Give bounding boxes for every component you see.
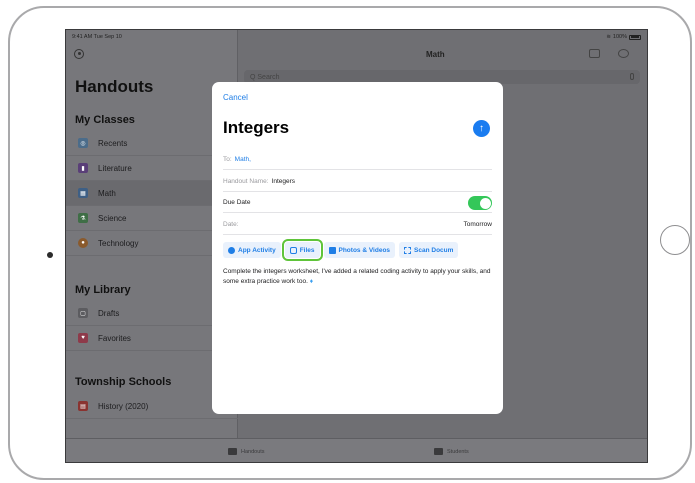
section-header-my-library: My Library <box>75 284 131 296</box>
sidebar-title: Handouts <box>75 77 154 96</box>
sidebar-item-label: Technology <box>98 238 139 248</box>
section-header-my-classes: My Classes <box>75 114 135 126</box>
handout-name-value: Integers <box>271 178 296 185</box>
wifi-icon: ≋ <box>606 34 611 40</box>
scan-label: Scan Docum <box>414 246 454 254</box>
handout-name-field[interactable]: Handout Name: Integers <box>223 172 492 192</box>
share-icon[interactable] <box>589 49 600 58</box>
sidebar-item-label: Literature <box>98 163 132 173</box>
due-date-label: Due Date <box>223 199 251 206</box>
new-handout-sheet: Cancel Integers ↑ To: Math, Handout Name… <box>212 82 503 414</box>
tab-handouts[interactable]: Handouts <box>228 448 265 455</box>
to-label: To: <box>223 156 232 163</box>
send-button[interactable]: ↑ <box>473 120 490 137</box>
file-icon <box>289 246 297 254</box>
photos-videos-button[interactable]: Photos & Videos <box>323 242 396 258</box>
handout-body-text[interactable]: Complete the integers worksheet, I've ad… <box>223 267 495 286</box>
gem-icon: ♦ <box>309 277 314 285</box>
search-placeholder: Q Search <box>250 73 280 81</box>
mic-icon[interactable] <box>630 73 634 80</box>
files-button[interactable]: Files <box>281 239 323 261</box>
date-row[interactable]: Date: Tomorrow <box>223 215 492 235</box>
settings-icon[interactable] <box>618 49 629 58</box>
scan-icon <box>404 246 412 254</box>
sidebar-item-label: Recents <box>98 138 128 148</box>
literature-icon: ▮ <box>78 163 88 173</box>
due-date-row: Due Date <box>223 193 492 213</box>
sidebar-item-label: Drafts <box>98 308 120 318</box>
heart-icon: ♥ <box>78 333 88 343</box>
profile-icon[interactable] <box>74 49 84 59</box>
handout-name-label: Handout Name: <box>223 178 269 185</box>
files-label: Files <box>299 246 315 254</box>
handouts-tab-icon <box>228 448 237 455</box>
tab-bar: Handouts Students <box>66 438 647 462</box>
sidebar-item-label: Science <box>98 213 127 223</box>
photo-icon <box>328 246 336 254</box>
screen: Handouts My Classes ◎ Recents ▮ Literatu… <box>65 29 648 463</box>
app-activity-button[interactable]: App Activity <box>223 242 281 258</box>
date-label: Date: <box>223 221 239 228</box>
home-button[interactable] <box>660 225 690 255</box>
date-value: Tomorrow <box>463 221 492 228</box>
scan-documents-button[interactable]: Scan Docum <box>399 242 459 258</box>
detail-title: Math <box>426 50 445 59</box>
app-activity-icon <box>228 246 235 254</box>
to-value: Math, <box>234 156 251 163</box>
status-bar: 9:41 AM Tue Sep 10 ≋ 100% <box>66 30 647 44</box>
camera-dot <box>47 252 53 258</box>
recents-icon: ◎ <box>78 138 88 148</box>
drafts-icon: ▢ <box>78 308 88 318</box>
handout-title: Integers <box>223 118 290 137</box>
tab-label: Handouts <box>241 448 265 455</box>
science-icon: ⚗ <box>78 213 88 223</box>
battery-icon <box>629 34 641 40</box>
section-header-township-schools: Township Schools <box>75 376 172 388</box>
sidebar-item-label: History (2020) <box>98 401 149 411</box>
status-time: 9:41 AM Tue Sep 10 <box>72 34 122 40</box>
photos-videos-label: Photos & Videos <box>338 246 391 254</box>
math-icon: ▦ <box>78 188 88 198</box>
sidebar-item-label: Math <box>98 188 116 198</box>
status-indicators: ≋ 100% <box>606 34 641 40</box>
app-activity-label: App Activity <box>238 246 276 254</box>
attachment-toolbar: App Activity Files Photos & Videos Scan … <box>223 239 503 261</box>
to-field[interactable]: To: Math, <box>223 150 492 170</box>
cancel-button[interactable]: Cancel <box>223 93 248 102</box>
body-text: Complete the integers worksheet, I've ad… <box>223 268 491 285</box>
students-tab-icon <box>434 448 443 455</box>
sidebar-item-label: Favorites <box>98 333 131 343</box>
due-date-toggle[interactable] <box>468 196 492 210</box>
tab-students[interactable]: Students <box>434 448 469 455</box>
tab-label: Students <box>447 448 469 455</box>
history-icon: ▤ <box>78 401 88 411</box>
battery-percent: 100% <box>612 34 627 40</box>
technology-icon: ● <box>78 238 88 248</box>
